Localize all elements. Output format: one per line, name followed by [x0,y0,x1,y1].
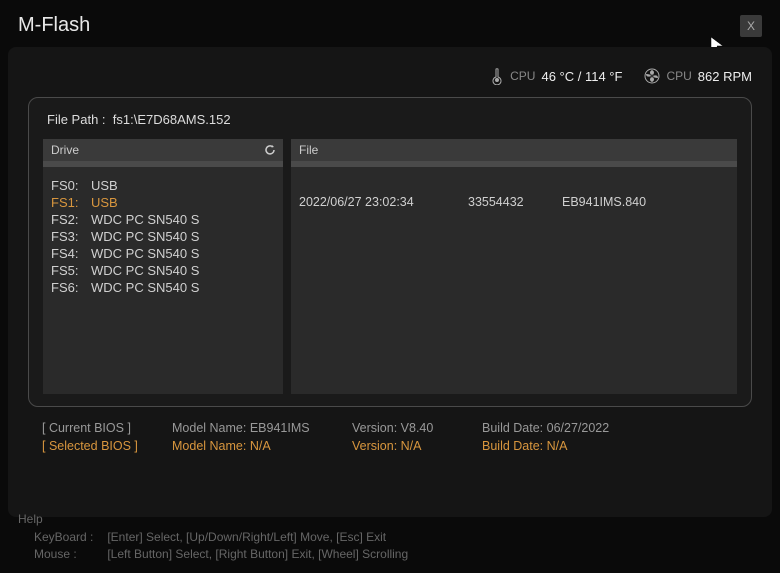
drive-name: USB [91,177,118,194]
drive-id: FS3: [51,228,81,245]
file-column: File 2022/06/27 23:02:34 33554432 EB941IMS… [291,139,737,394]
drive-column: Drive FS0:USBFS1:USBFS2:WDC PC SN540 SFS… [43,139,283,394]
file-date: 2022/06/27 23:02:34 [299,195,454,209]
file-list: 2022/06/27 23:02:34 33554432 EB941IMS.840 [291,167,737,394]
file-header: File [291,139,737,161]
drive-name: WDC PC SN540 S [91,211,199,228]
drive-name: WDC PC SN540 S [91,228,199,245]
cpu-fan-label: CPU [666,69,691,83]
main-panel: CPU 46 °C / 114 °F CPU 862 RPM File Path… [8,47,772,517]
drive-name: WDC PC SN540 S [91,279,199,296]
file-path-value: fs1:\E7D68AMS.152 [113,112,231,127]
help-title: Help [18,511,408,528]
current-model: Model Name: EB941IMS [172,421,352,435]
drive-header-label: Drive [51,143,79,157]
refresh-icon [263,143,277,157]
drive-row[interactable]: FS3: WDC PC SN540 S [51,228,275,245]
drive-id: FS2: [51,211,81,228]
bios-info: [ Current BIOS ] Model Name: EB941IMS Ve… [28,421,752,461]
selected-model: Model Name: N/A [172,439,352,453]
drive-name: WDC PC SN540 S [91,245,199,262]
drive-id: FS5: [51,262,81,279]
cpu-temp-value: 46 °C / 114 °F [541,69,622,84]
drive-name: WDC PC SN540 S [91,262,199,279]
file-browser-panel: File Path : fs1:\E7D68AMS.152 Drive FS0:… [28,97,752,407]
fan-icon [644,68,660,84]
status-bar: CPU 46 °C / 114 °F CPU 862 RPM [28,67,752,85]
cpu-fan: CPU 862 RPM [644,68,752,84]
file-path-label: File Path : [47,112,106,127]
drive-row[interactable]: FS6: WDC PC SN540 S [51,279,275,296]
file-size: 33554432 [468,195,548,209]
drive-id: FS1: [51,194,81,211]
drive-header: Drive [43,139,283,161]
drive-row[interactable]: FS1: USB [51,194,275,211]
refresh-button[interactable] [261,141,279,159]
file-row[interactable]: 2022/06/27 23:02:34 33554432 EB941IMS.840 [299,195,729,209]
drive-name: USB [91,194,118,211]
cpu-fan-value: 862 RPM [698,69,752,84]
file-name: EB941IMS.840 [562,195,646,209]
cpu-temp: CPU 46 °C / 114 °F [490,67,622,85]
app-title: M-Flash [18,14,90,37]
drive-row[interactable]: FS2: WDC PC SN540 S [51,211,275,228]
file-header-label: File [299,143,318,157]
help-keyboard: KeyBoard : [Enter] Select, [Up/Down/Righ… [18,529,408,546]
drive-row[interactable]: FS5: WDC PC SN540 S [51,262,275,279]
drive-row[interactable]: FS0: USB [51,177,275,194]
drive-id: FS0: [51,177,81,194]
help-section: Help KeyBoard : [Enter] Select, [Up/Down… [18,511,408,563]
file-path: File Path : fs1:\E7D68AMS.152 [43,112,737,127]
current-bios-label: [ Current BIOS ] [42,421,172,435]
help-mouse: Mouse : [Left Button] Select, [Right But… [18,546,408,563]
cpu-temp-label: CPU [510,69,535,83]
drive-row[interactable]: FS4: WDC PC SN540 S [51,245,275,262]
selected-bios-label: [ Selected BIOS ] [42,439,172,453]
drive-id: FS6: [51,279,81,296]
current-version: Version: V8.40 [352,421,482,435]
thermometer-icon [490,67,504,85]
selected-version: Version: N/A [352,439,482,453]
current-build: Build Date: 06/27/2022 [482,421,662,435]
drive-id: FS4: [51,245,81,262]
selected-build: Build Date: N/A [482,439,662,453]
close-button[interactable]: X [740,15,762,37]
drive-list: FS0: USB FS1: USB FS2: WDC PC SN540 S FS3: WDC … [43,167,283,394]
